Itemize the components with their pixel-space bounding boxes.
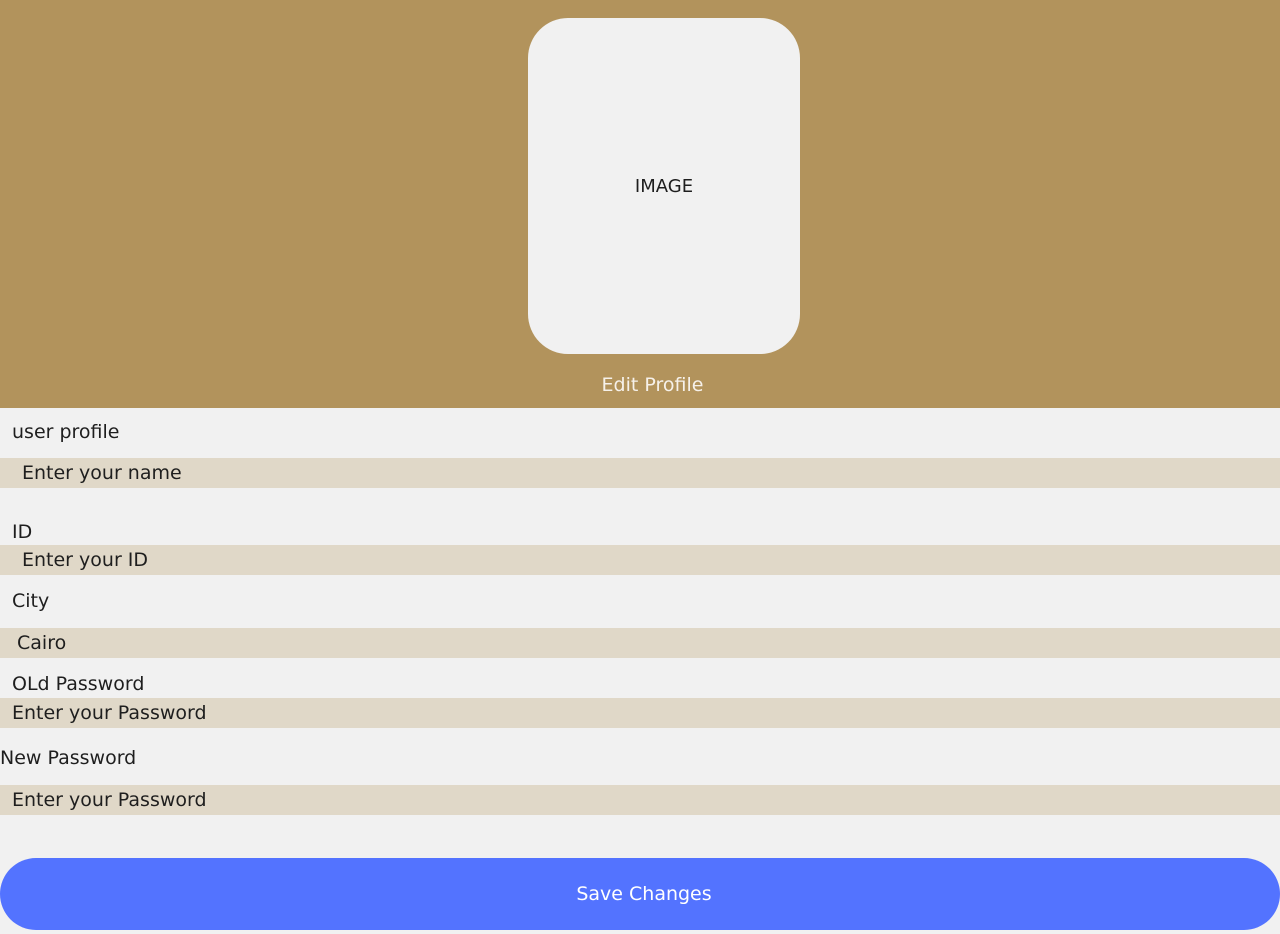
id-label: ID — [12, 521, 33, 543]
profile-header: IMAGE Edit Profile — [0, 0, 1280, 408]
user-profile-label: user profile — [12, 421, 120, 443]
old-password-input[interactable] — [0, 698, 1280, 728]
save-changes-button[interactable]: Save Changes — [0, 858, 1280, 930]
city-label: City — [12, 590, 50, 612]
name-input[interactable] — [0, 458, 1280, 488]
profile-image-placeholder[interactable]: IMAGE — [528, 18, 800, 354]
new-password-label: New Password — [0, 747, 137, 769]
edit-profile-link[interactable]: Edit Profile — [0, 374, 1280, 396]
old-password-label: OLd Password — [12, 673, 145, 695]
city-input[interactable] — [0, 628, 1280, 658]
new-password-input[interactable] — [0, 785, 1280, 815]
image-placeholder-label: IMAGE — [634, 175, 694, 197]
id-input[interactable] — [0, 545, 1280, 575]
